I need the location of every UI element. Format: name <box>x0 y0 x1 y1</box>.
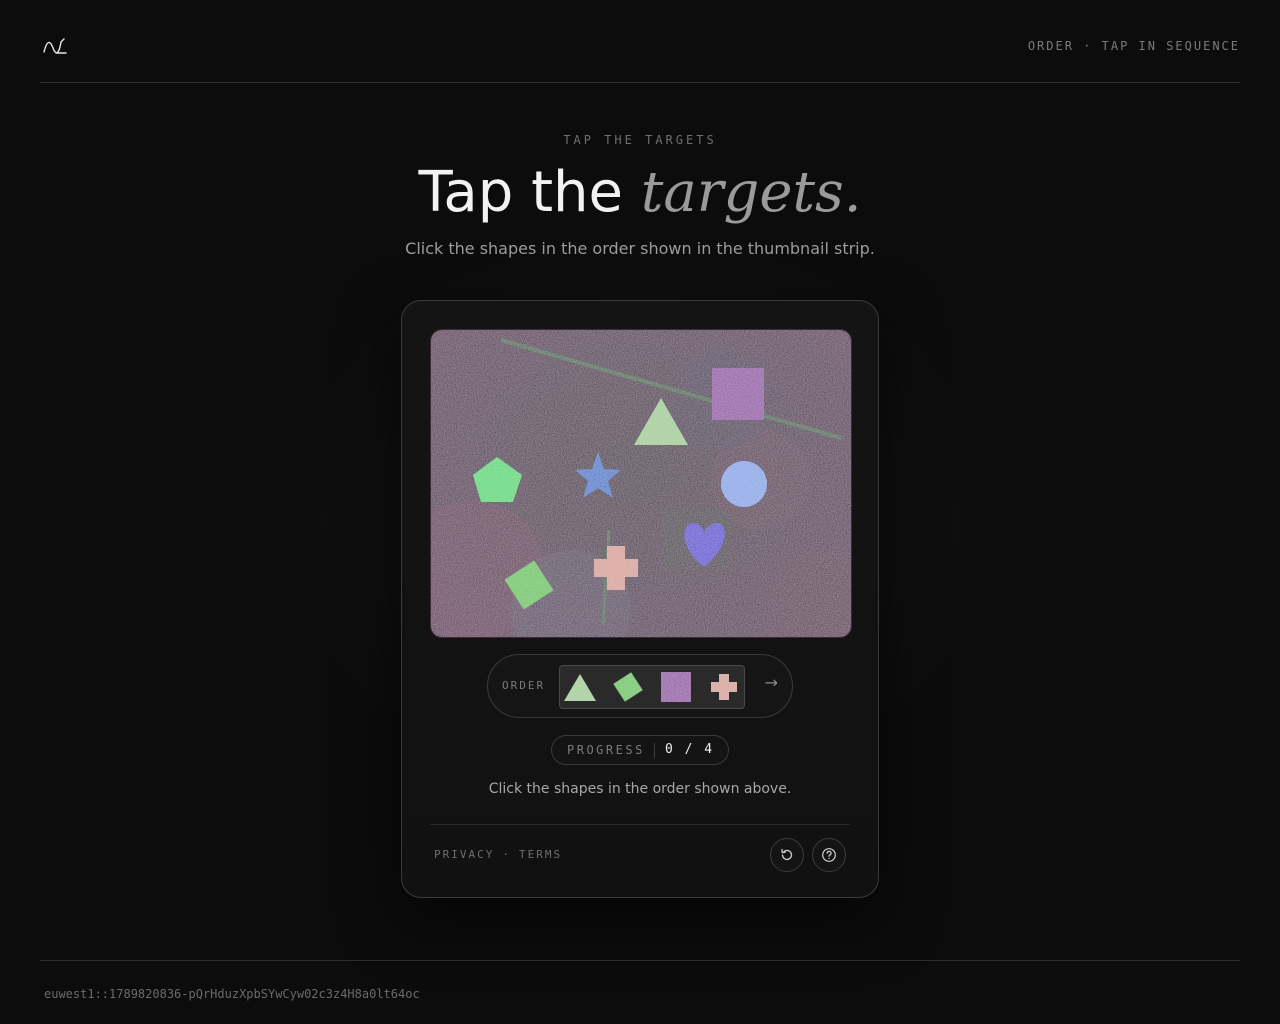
order-label: ORDER <box>502 679 546 692</box>
order-thumbnails <box>559 665 745 709</box>
header-mode-label: ORDER · TAP IN SEQUENCE <box>1027 39 1240 53</box>
wave-logo-icon[interactable] <box>42 36 68 56</box>
order-thumb-2-diamond <box>613 672 643 702</box>
refresh-icon <box>781 848 793 861</box>
arrow-right-icon: → <box>764 673 778 692</box>
privacy-link[interactable]: PRIVACY <box>434 848 494 861</box>
challenge-card: ORDER → PROGRESS 0 / 4 Click the shapes … <box>401 300 879 898</box>
shape-square[interactable] <box>712 368 764 420</box>
session-id: euwest1::1789820836-pQrHduzXpbSYwCyw02c3… <box>44 987 420 1001</box>
progress-label: PROGRESS <box>567 743 645 757</box>
page-title: Tap the targets. <box>0 158 1280 228</box>
refresh-button[interactable] <box>770 838 804 872</box>
link-separator: · <box>502 848 511 861</box>
order-thumb-4-cross <box>711 674 737 700</box>
progress-value: 0 / 4 <box>665 742 715 757</box>
progress-divider <box>654 743 655 758</box>
card-divider <box>430 824 850 825</box>
order-thumb-3-square <box>661 672 691 702</box>
challenge-canvas[interactable] <box>430 329 852 638</box>
help-button[interactable] <box>812 838 846 872</box>
title-italic: targets. <box>640 160 862 225</box>
shape-circle[interactable] <box>721 461 767 507</box>
footer-divider <box>40 960 1240 961</box>
order-thumb-1-triangle <box>564 674 596 701</box>
order-strip: ORDER → <box>487 654 793 718</box>
page: ORDER · TAP IN SEQUENCE TAP THE TARGETS … <box>0 0 1280 1024</box>
eyebrow-label: TAP THE TARGETS <box>563 133 717 147</box>
help-icon <box>822 848 836 862</box>
instruction-text: Click the shapes in the order shown abov… <box>488 781 792 797</box>
progress-pill: PROGRESS 0 / 4 <box>551 735 729 765</box>
page-subtitle: Click the shapes in the order shown in t… <box>405 239 875 258</box>
title-plain: Tap the <box>418 160 623 225</box>
terms-link[interactable]: TERMS <box>519 848 562 861</box>
legal-links: PRIVACY · TERMS <box>434 848 562 861</box>
top-bar: ORDER · TAP IN SEQUENCE <box>40 0 1240 83</box>
